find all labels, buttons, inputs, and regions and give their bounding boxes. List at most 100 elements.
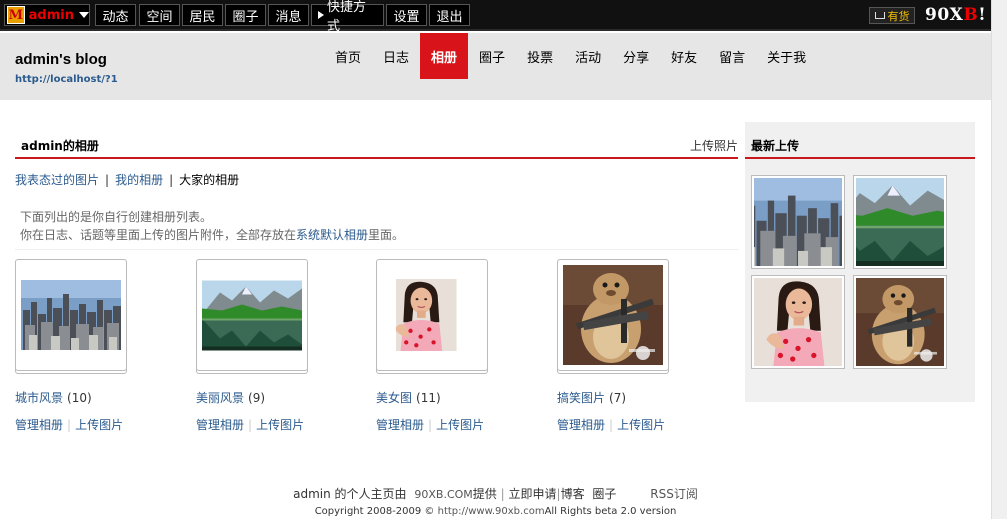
footer-circles-link[interactable]: 圈子 — [592, 487, 616, 501]
album-cover[interactable] — [15, 259, 127, 371]
nav-events[interactable]: 活动 — [564, 33, 612, 79]
manage-album-link[interactable]: 管理相册 — [376, 418, 424, 432]
latest-thumb[interactable] — [751, 275, 845, 369]
upload-photo-link[interactable]: 上传照片 — [690, 137, 738, 154]
manage-album-link[interactable]: 管理相册 — [196, 418, 244, 432]
blog-nav: 首页 日志 相册 圈子 投票 活动 分享 好友 留言 关于我 — [324, 33, 817, 79]
menu-feed[interactable]: 动态 — [95, 4, 136, 26]
album-title[interactable]: 美丽风景 — [196, 391, 244, 405]
tab-separator: | — [169, 172, 174, 187]
blog-title[interactable]: admin's blog — [15, 51, 107, 68]
album-description: 下面列出的是你自行创建相册列表。 你在日志、话题等里面上传的图片附件，全部存放在… — [20, 208, 404, 244]
footer-provider[interactable]: 90XB.COM — [414, 488, 472, 501]
nav-poll[interactable]: 投票 — [516, 33, 564, 79]
shop-button[interactable]: 有货 — [869, 7, 915, 24]
album-tabs: 我表态过的图片 | 我的相册 | 大家的相册 — [15, 171, 239, 188]
vertical-scrollbar[interactable] — [991, 0, 1007, 519]
album-card: 美女图 (11) 管理相册 | 上传图片 — [376, 259, 516, 433]
blog-url-link[interactable]: http://localhost/?1 — [15, 74, 118, 85]
tab-rated-pictures[interactable]: 我表态过的图片 — [15, 171, 99, 188]
tab-my-albums[interactable]: 我的相册 — [115, 171, 163, 188]
footer-provided: 提供 — [472, 487, 497, 501]
latest-uploads-panel: 最新上传 — [745, 122, 975, 402]
album-card: 城市风景 (10) 管理相册 | 上传图片 — [15, 259, 155, 433]
album-cover[interactable] — [376, 259, 488, 371]
menu-logout[interactable]: 退出 — [429, 4, 470, 26]
shop-label: 有货 — [887, 9, 910, 23]
thumb-image — [856, 178, 944, 266]
album-cover[interactable] — [557, 259, 669, 371]
copyright-url-link[interactable]: http://www.90xb.com — [438, 506, 545, 517]
album-cover-image — [202, 278, 302, 353]
nav-guestbook[interactable]: 留言 — [708, 33, 756, 79]
menu-messages[interactable]: 消息 — [268, 4, 309, 26]
album-count: (10) — [67, 391, 92, 405]
top-bar: M admin 动态 空间 居民 圈子 消息 快捷方式 设置 退出 有货 90X… — [0, 0, 991, 34]
footer-blog-link[interactable]: 博客 — [561, 487, 585, 501]
chevron-down-icon — [79, 12, 89, 18]
brand-logo[interactable]: 90XB! — [925, 5, 986, 25]
copyright-text: Copyright 2008-2009 © — [314, 506, 435, 517]
action-separator: | — [428, 418, 433, 432]
action-separator: | — [248, 418, 253, 432]
menu-space[interactable]: 空间 — [139, 4, 180, 26]
desc-line-1: 下面列出的是你自行创建相册列表。 — [20, 210, 213, 224]
copyright-suffix: All Rights beta 2.0 version — [544, 506, 677, 517]
menu-settings[interactable]: 设置 — [386, 4, 427, 26]
album-card: 美丽风景 (9) 管理相册 | 上传图片 — [196, 259, 336, 433]
footer-site-name: admin 的个人主页由 — [293, 487, 407, 501]
latest-thumb[interactable] — [751, 175, 845, 269]
default-album-link[interactable]: 系统默认相册 — [296, 228, 368, 242]
nav-home[interactable]: 首页 — [324, 33, 372, 79]
latest-uploads-title: 最新上传 — [751, 139, 800, 153]
album-title[interactable]: 美女图 — [376, 391, 412, 405]
tab-everyone-albums[interactable]: 大家的相册 — [179, 171, 239, 188]
latest-thumb[interactable] — [853, 175, 947, 269]
action-separator: | — [67, 418, 72, 432]
latest-uploads-header: 最新上传 — [745, 136, 975, 159]
nav-circles[interactable]: 圈子 — [468, 33, 516, 79]
desc-text: 里面。 — [368, 228, 405, 242]
manage-album-link[interactable]: 管理相册 — [557, 418, 605, 432]
album-cover-image — [563, 265, 663, 365]
manage-album-link[interactable]: 管理相册 — [15, 418, 63, 432]
upload-pictures-link[interactable]: 上传图片 — [436, 418, 484, 432]
album-section-header: admin的相册 上传照片 — [15, 136, 738, 159]
blog-header: admin's blog http://localhost/?1 首页 日志 相… — [0, 33, 991, 100]
nav-blog[interactable]: 日志 — [372, 33, 420, 79]
menu-shortcuts-label: 快捷方式 — [327, 0, 367, 34]
section-title: admin的相册 — [21, 139, 99, 153]
upload-pictures-link[interactable]: 上传图片 — [256, 418, 304, 432]
thumb-image — [754, 278, 842, 366]
logo-icon: M — [7, 6, 25, 24]
desc-line-2: 你在日志、话题等里面上传的图片附件，全部存放在系统默认相册里面。 — [20, 226, 404, 244]
album-count: (9) — [248, 391, 266, 405]
album-count: (11) — [416, 391, 441, 405]
action-separator: | — [609, 418, 614, 432]
nav-friends[interactable]: 好友 — [660, 33, 708, 79]
upload-pictures-link[interactable]: 上传图片 — [617, 418, 665, 432]
album-cover[interactable] — [196, 259, 308, 371]
brand-suffix: ! — [978, 5, 987, 25]
user-menu[interactable]: M admin — [4, 4, 90, 26]
menu-shortcuts[interactable]: 快捷方式 — [311, 0, 384, 34]
album-title[interactable]: 城市风景 — [15, 391, 63, 405]
footer-apply-link[interactable]: 立即申请 — [509, 487, 557, 501]
username: admin — [28, 7, 74, 23]
latest-thumb[interactable] — [853, 275, 947, 369]
album-title[interactable]: 搞笑图片 — [557, 391, 605, 405]
album-count: (7) — [609, 391, 627, 405]
nav-album[interactable]: 相册 — [420, 33, 469, 79]
upload-pictures-link[interactable]: 上传图片 — [75, 418, 123, 432]
desc-text: 你在日志、话题等里面上传的图片附件，全部存放在 — [20, 228, 297, 242]
footer-links: admin 的个人主页由 90XB.COM提供 | 立即申请|博客 圈子 RSS… — [293, 487, 698, 501]
thumb-image — [754, 178, 842, 266]
nav-share[interactable]: 分享 — [612, 33, 660, 79]
brand-accent: B — [963, 5, 979, 25]
menu-residents[interactable]: 居民 — [182, 4, 223, 26]
menu-circles[interactable]: 圈子 — [225, 4, 266, 26]
nav-about[interactable]: 关于我 — [756, 33, 817, 79]
footer-copyright: Copyright 2008-2009 © http://www.90xb.co… — [0, 506, 991, 517]
footer-rss-link[interactable]: RSS订阅 — [650, 487, 698, 501]
cart-icon — [874, 12, 885, 19]
